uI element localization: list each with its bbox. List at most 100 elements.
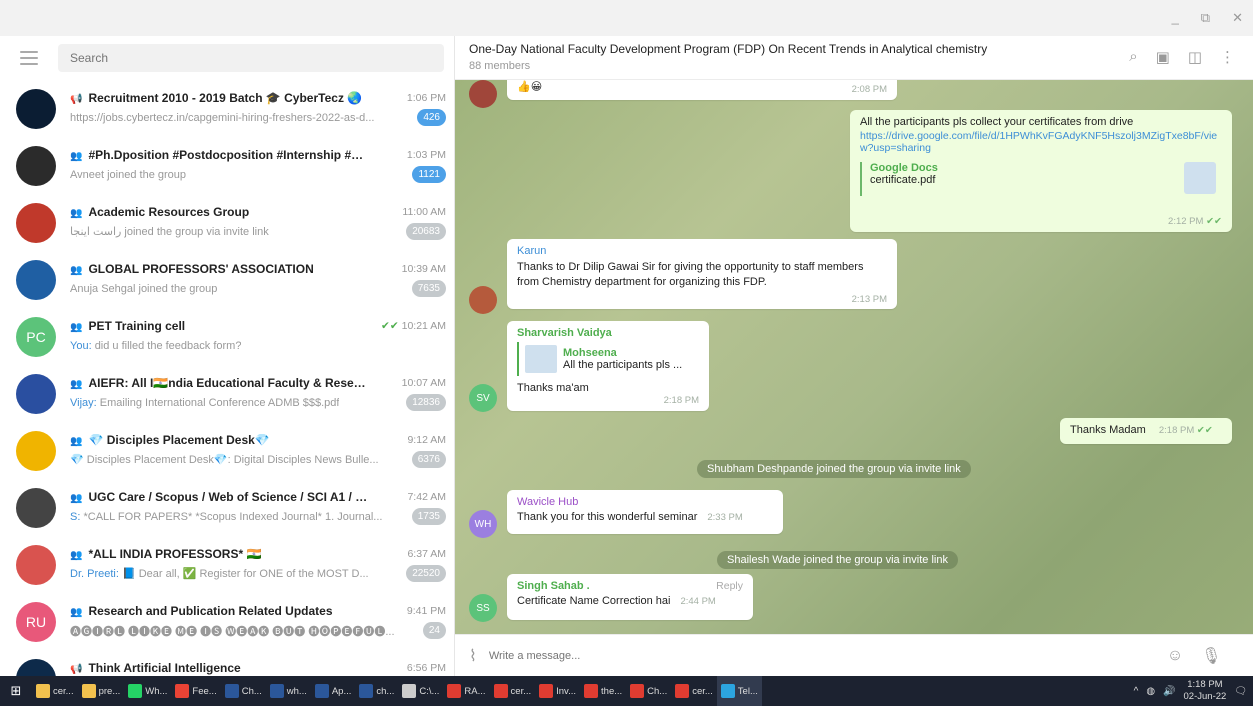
app-icon <box>493 684 508 698</box>
chat-name: 👥 Academic Resources Group <box>70 204 250 219</box>
message-bubble[interactable]: Sharvarish Vaidya Mohseena All the parti… <box>507 321 709 411</box>
video-chat-icon[interactable]: ▣ <box>1156 48 1170 66</box>
tray-expand-icon[interactable]: ^ <box>1134 686 1139 697</box>
unread-badge: 24 <box>422 622 446 639</box>
chat-type-icon: 👥 <box>70 378 83 390</box>
taskbar-app[interactable]: Ap... <box>311 676 356 706</box>
chat-time: 6:37 AM <box>407 547 446 560</box>
taskbar-app[interactable]: wh... <box>266 676 311 706</box>
chat-list-item[interactable]: RU 👥 Research and Publication Related Upd… <box>0 593 454 650</box>
message-bubble[interactable]: Thanks Madam 2:18 PM ✔✔ <box>1060 418 1232 444</box>
sidebar-toggle-icon[interactable]: ◫ <box>1188 48 1202 66</box>
clock[interactable]: 1:18 PM 02-Jun-22 <box>1184 679 1227 703</box>
taskbar-app[interactable]: the... <box>580 676 626 706</box>
menu-icon[interactable] <box>20 51 38 65</box>
reply-quote[interactable]: Mohseena All the participants pls ... <box>517 342 699 376</box>
message-time: 2:44 PM <box>680 596 716 607</box>
message-bubble[interactable]: Wavicle Hub Thank you for this wonderful… <box>507 490 783 534</box>
chat-time: 9:12 AM <box>407 433 446 446</box>
message-link[interactable]: https://drive.google.com/file/d/1HPWhKvF… <box>860 130 1222 154</box>
chat-list-item[interactable]: 👥 AIEFR: All I🇮🇳ndia Educational Faculty … <box>0 365 454 422</box>
message-area[interactable]: 👍😀 2:08 PM All the participants pls coll… <box>455 80 1253 634</box>
chat-avatar: PC <box>16 316 56 357</box>
restore-button[interactable]: ⧉ <box>1201 10 1210 26</box>
reply-button[interactable]: Reply <box>716 580 743 595</box>
taskbar-app[interactable]: ch... <box>355 676 398 706</box>
chat-type-icon: 📢 <box>70 93 83 105</box>
notification-icon[interactable]: 🗨 <box>1234 686 1247 697</box>
windows-start-icon[interactable]: ⊞ <box>0 683 32 699</box>
chat-list-item[interactable]: 👥 GLOBAL PROFESSORS' ASSOCIATION 10:39 AM… <box>0 251 454 308</box>
taskbar-app[interactable]: cer... <box>32 676 78 706</box>
message-bubble[interactable]: Singh Sahab . Reply Certificate Name Cor… <box>507 574 753 620</box>
chat-list-item[interactable]: 📢 Recruitment 2010 - 2019 Batch 🎓 CyberTe… <box>0 80 454 137</box>
chat-avatar <box>16 88 56 129</box>
chat-list-item[interactable]: 👥 Academic Resources Group 11:00 AM ﺭﺍﺳﺖ … <box>0 194 454 251</box>
close-button[interactable]: ✕ <box>1232 10 1243 26</box>
paperclip-icon[interactable]: ⌇ <box>469 646 477 666</box>
taskbar-app[interactable]: cer... <box>671 676 717 706</box>
chat-list-item[interactable]: 👥 UGC Care / Scopus / Web of Science / SC… <box>0 479 454 536</box>
message-input[interactable] <box>488 649 1149 662</box>
more-options-icon[interactable]: ⋮ <box>1220 48 1235 66</box>
app-icon <box>269 684 284 698</box>
network-icon[interactable]: ◍ <box>1146 686 1155 697</box>
avatar[interactable]: SS <box>469 594 497 622</box>
unread-badge: 12836 <box>406 394 446 411</box>
sidebar-header <box>0 36 454 80</box>
chat-type-icon: 👥 <box>70 549 83 561</box>
chat-list-item[interactable]: 👥 #Ph.Dposition #Postdocposition #Interns… <box>0 137 454 194</box>
taskbar-app[interactable]: C:\... <box>398 676 443 706</box>
chat-time: 7:42 AM <box>407 490 446 503</box>
minimize-button[interactable]: _ <box>1172 10 1179 26</box>
chat-time: 9:41 PM <box>406 604 446 617</box>
taskbar-app[interactable]: Wh... <box>124 676 171 706</box>
chat-preview: Anuja Sehgal joined the group <box>70 282 218 295</box>
message-author[interactable]: Singh Sahab . <box>517 580 590 592</box>
message-author[interactable]: Wavicle Hub <box>517 496 773 508</box>
app-icon <box>224 684 239 698</box>
emoji-icon[interactable]: ☺ <box>1167 647 1183 665</box>
avatar[interactable]: WH <box>469 510 497 538</box>
taskbar-app[interactable]: Fee... <box>171 676 220 706</box>
taskbar-app[interactable]: Tel... <box>716 676 762 706</box>
taskbar-app[interactable]: Ch... <box>626 676 671 706</box>
link-preview[interactable]: Google Docs certificate.pdf <box>860 162 1222 196</box>
chat-list-item[interactable]: PC 👥 PET Training cell ✔✔ 10:21 AM You: di… <box>0 308 454 365</box>
message-text: Thanks Madam <box>1070 424 1146 436</box>
message-author[interactable]: Sharvarish Vaidya <box>517 327 699 339</box>
message-bubble[interactable]: Karun Thanks to Dr Dilip Gawai Sir for g… <box>507 239 897 309</box>
avatar[interactable] <box>469 286 497 314</box>
search-icon[interactable]: ⌕ <box>1129 48 1137 66</box>
app-icon <box>359 684 374 698</box>
microphone-icon[interactable]: 🎙 <box>1201 646 1221 666</box>
taskbar-app[interactable]: RA... <box>443 676 489 706</box>
volume-icon[interactable]: 🔊 <box>1163 686 1175 697</box>
clock-time: 1:18 PM <box>1187 679 1223 690</box>
search-input[interactable] <box>58 44 444 72</box>
message-bubble[interactable]: 👍😀 2:08 PM <box>507 80 897 100</box>
chat-type-icon: 👥 <box>70 492 83 504</box>
chat-time: 6:56 PM <box>406 661 446 674</box>
taskbar: ⊞ cer... pre... Wh... Fee... Ch... wh... Ap...… <box>0 676 1253 706</box>
message-time: 2:08 PM <box>851 84 887 95</box>
chat-list-item[interactable]: 📢 Think Artificial Intelligence 6:56 PM <box>0 650 454 676</box>
read-check-icon: ✔✔ <box>1206 216 1222 227</box>
taskbar-app[interactable]: cer... <box>490 676 536 706</box>
avatar[interactable]: SV <box>469 384 497 412</box>
reply-author: Mohseena <box>563 347 617 359</box>
chat-list-item[interactable]: 👥 *ALL INDIA PROFESSORS* 🇮🇳 6:37 AM Dr. P… <box>0 536 454 593</box>
chat-avatar <box>16 658 56 676</box>
taskbar-app[interactable]: Ch... <box>221 676 266 706</box>
taskbar-app[interactable]: pre... <box>78 676 125 706</box>
chat-list-item[interactable]: 👥 💎 Disciples Placement Desk💎 9:12 AM 💎 D… <box>0 422 454 479</box>
avatar[interactable] <box>469 80 497 108</box>
conversation-header[interactable]: One-Day National Faculty Development Pro… <box>455 36 1253 80</box>
document-thumbnail <box>1184 162 1216 194</box>
chat-name: 👥 #Ph.Dposition #Postdocposition #Interns… <box>70 147 370 162</box>
read-check-icon: ✔✔ <box>381 319 399 332</box>
message-author[interactable]: Karun <box>517 245 887 257</box>
taskbar-app[interactable]: Inv... <box>535 676 580 706</box>
message-bubble[interactable]: All the participants pls collect your ce… <box>850 110 1232 232</box>
chat-type-icon: 👥 <box>70 435 83 447</box>
